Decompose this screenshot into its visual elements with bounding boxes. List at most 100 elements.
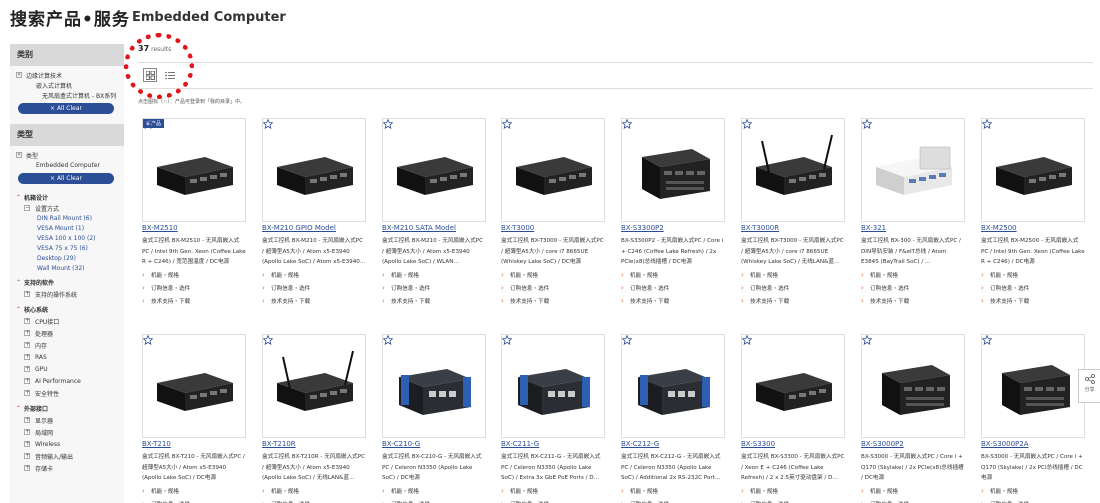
product-link-spec[interactable]: › 机能・规格 bbox=[621, 268, 725, 281]
product-link-support[interactable]: › 技术支持・下载 bbox=[262, 294, 366, 307]
product-link-spec[interactable]: › 机能・规格 bbox=[382, 268, 486, 281]
expand-icon[interactable]: + bbox=[24, 342, 30, 348]
favorite-star-icon[interactable] bbox=[502, 335, 512, 345]
product-name-link[interactable]: BX-C210-G bbox=[382, 439, 486, 450]
product-name-link[interactable]: BX-T3000R bbox=[741, 223, 845, 234]
product-link-order[interactable]: ›订购信息・选件 bbox=[262, 497, 366, 503]
tree-group-software[interactable]: ⌃ 支持的软件 bbox=[16, 277, 120, 288]
collapse-icon[interactable]: − bbox=[24, 205, 30, 211]
tree-item[interactable]: + 局域网 bbox=[16, 426, 120, 438]
remove-filter-icon[interactable]: × bbox=[16, 152, 22, 158]
expand-icon[interactable]: + bbox=[24, 318, 30, 324]
tree-item[interactable]: + 支持的操作系统 bbox=[16, 288, 120, 300]
share-tab[interactable]: 分享 bbox=[1078, 369, 1100, 403]
expand-icon[interactable]: + bbox=[24, 354, 30, 360]
filter-option[interactable]: VESA Mount (1) bbox=[16, 223, 120, 233]
favorite-star-icon[interactable] bbox=[383, 119, 393, 129]
product-link-support[interactable]: › 技术支持・下载 bbox=[981, 294, 1085, 307]
product-link-order[interactable]: ›订购信息・选件 bbox=[861, 497, 965, 503]
favorite-star-icon[interactable] bbox=[982, 119, 992, 129]
product-image[interactable] bbox=[501, 334, 605, 438]
product-link-support[interactable]: › 技术支持・下载 bbox=[741, 294, 845, 307]
product-link-support[interactable]: › 技术支持・下载 bbox=[382, 294, 486, 307]
product-link-order[interactable]: ›订购信息・选件 bbox=[621, 281, 725, 294]
product-link-spec[interactable]: › 机能・规格 bbox=[262, 484, 366, 497]
tree-group-chassis[interactable]: ⌃ 机箱设计 bbox=[16, 192, 120, 203]
product-image[interactable] bbox=[861, 118, 965, 222]
expand-icon[interactable]: + bbox=[24, 417, 30, 423]
product-image[interactable] bbox=[262, 334, 366, 438]
favorite-star-icon[interactable] bbox=[622, 119, 632, 129]
tree-subgroup-mounting[interactable]: − 设置方式 bbox=[16, 203, 120, 213]
product-link-order[interactable]: ›订购信息・选件 bbox=[861, 281, 965, 294]
product-image[interactable] bbox=[382, 118, 486, 222]
product-link-order[interactable]: ›订购信息・选件 bbox=[382, 281, 486, 294]
tree-item[interactable]: + 显示器 bbox=[16, 414, 120, 426]
product-name-link[interactable]: BX-321 bbox=[861, 223, 965, 234]
product-link-support[interactable]: › 技术支持・下载 bbox=[501, 294, 605, 307]
filter-option[interactable]: VESA 100 x 100 (2) bbox=[16, 233, 120, 243]
product-name-link[interactable]: BX-C211-G bbox=[501, 439, 605, 450]
product-link-spec[interactable]: › 机能・规格 bbox=[142, 268, 246, 281]
favorite-star-icon[interactable] bbox=[982, 335, 992, 345]
product-image[interactable] bbox=[621, 118, 725, 222]
tree-group-external[interactable]: ⌃ 外部接口 bbox=[16, 403, 120, 414]
product-link-order[interactable]: ›订购信息・选件 bbox=[382, 497, 486, 503]
tree-item[interactable]: + CPU接口 bbox=[16, 315, 120, 327]
product-name-link[interactable]: BX-T3000 bbox=[501, 223, 605, 234]
product-link-order[interactable]: ›订购信息・选件 bbox=[741, 497, 845, 503]
product-image[interactable] bbox=[501, 118, 605, 222]
product-image[interactable] bbox=[981, 334, 1085, 438]
favorite-star-icon[interactable] bbox=[862, 119, 872, 129]
type-clear-button[interactable]: × All Clear bbox=[18, 173, 114, 184]
expand-icon[interactable]: + bbox=[24, 453, 30, 459]
product-link-spec[interactable]: › 机能・规格 bbox=[981, 484, 1085, 497]
favorite-star-icon[interactable] bbox=[143, 335, 153, 345]
product-link-spec[interactable]: › 机能・规格 bbox=[861, 268, 965, 281]
favorite-star-icon[interactable] bbox=[742, 335, 752, 345]
product-image[interactable] bbox=[741, 118, 845, 222]
site-title[interactable]: 搜索产品•服务 bbox=[10, 5, 130, 30]
product-link-spec[interactable]: › 机能・规格 bbox=[262, 268, 366, 281]
tree-item[interactable]: + GPU bbox=[16, 363, 120, 375]
expand-icon[interactable]: + bbox=[24, 390, 30, 396]
product-image[interactable] bbox=[741, 334, 845, 438]
product-name-link[interactable]: BX-S3300P2 bbox=[621, 223, 725, 234]
product-link-spec[interactable]: › 机能・规格 bbox=[981, 268, 1085, 281]
product-image[interactable] bbox=[981, 118, 1085, 222]
product-link-order[interactable]: ›订购信息・选件 bbox=[142, 281, 246, 294]
product-link-support[interactable]: › 技术支持・下载 bbox=[621, 294, 725, 307]
product-link-spec[interactable]: › 机能・规格 bbox=[501, 484, 605, 497]
product-image[interactable] bbox=[382, 334, 486, 438]
product-link-spec[interactable]: › 机能・规格 bbox=[621, 484, 725, 497]
product-link-spec[interactable]: › 机能・规格 bbox=[741, 268, 845, 281]
expand-icon[interactable]: + bbox=[24, 291, 30, 297]
product-name-link[interactable]: BX-S3300 bbox=[741, 439, 845, 450]
category-clear-button[interactable]: × All Clear bbox=[18, 103, 114, 114]
product-link-spec[interactable]: › 机能・规格 bbox=[382, 484, 486, 497]
favorite-star-icon[interactable] bbox=[502, 119, 512, 129]
tree-item[interactable]: + 处理器 bbox=[16, 327, 120, 339]
product-name-link[interactable]: BX-M2510 bbox=[142, 223, 246, 234]
product-name-link[interactable]: BX-T210 bbox=[142, 439, 246, 450]
product-image[interactable] bbox=[861, 334, 965, 438]
product-link-order[interactable]: ›订购信息・选件 bbox=[621, 497, 725, 503]
type-selected[interactable]: × 类型 bbox=[16, 150, 120, 160]
product-link-support[interactable]: › 技术支持・下载 bbox=[861, 294, 965, 307]
product-link-order[interactable]: ›订购信息・选件 bbox=[981, 497, 1085, 503]
product-link-order[interactable]: ›订购信息・选件 bbox=[981, 281, 1085, 294]
filter-option[interactable]: DIN Rail Mount (6) bbox=[16, 213, 120, 223]
category-selected[interactable]: × 边缘计算技术 bbox=[16, 70, 120, 80]
tree-item[interactable]: + AI Performance bbox=[16, 375, 120, 387]
favorite-star-icon[interactable] bbox=[862, 335, 872, 345]
product-name-link[interactable]: BX-S3000P2 bbox=[861, 439, 965, 450]
favorite-star-icon[interactable] bbox=[622, 335, 632, 345]
product-name-link[interactable]: BX-M210 SATA Model bbox=[382, 223, 486, 234]
expand-icon[interactable]: + bbox=[24, 330, 30, 336]
expand-icon[interactable]: + bbox=[24, 465, 30, 471]
tree-item[interactable]: + 音频输入/输出 bbox=[16, 450, 120, 462]
tree-item[interactable]: + Wireless bbox=[16, 438, 120, 450]
product-link-support[interactable]: › 技术支持・下载 bbox=[142, 294, 246, 307]
product-image[interactable] bbox=[621, 334, 725, 438]
filter-option[interactable]: VESA 75 x 75 (6) bbox=[16, 243, 120, 253]
